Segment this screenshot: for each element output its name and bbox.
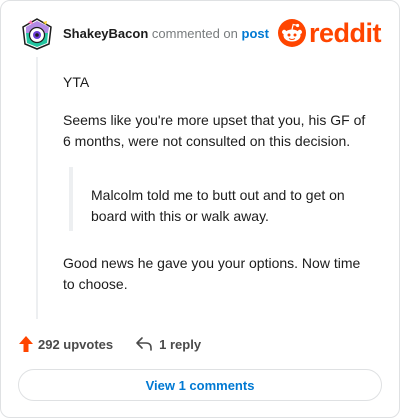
- reply-count: 1 reply: [159, 336, 202, 352]
- avatar[interactable]: [21, 18, 53, 50]
- comment-card: ShakeyBacon commented on post reddit YTA…: [0, 0, 400, 418]
- upvote-arrow-icon: [19, 336, 33, 352]
- comment-paragraph: YTA: [63, 74, 90, 90]
- upvote-count: 292 upvotes: [38, 336, 114, 352]
- reddit-logo[interactable]: reddit: [278, 18, 382, 48]
- comment-paragraph: Good news he gave you your options. Now …: [63, 255, 361, 292]
- quote-text: Malcolm told me to butt out and to get o…: [91, 187, 345, 224]
- comment-header: ShakeyBacon commented on post: [63, 26, 269, 42]
- reply-button[interactable]: 1 reply: [135, 336, 201, 352]
- action-text: commented on: [151, 26, 238, 41]
- post-link[interactable]: post: [242, 26, 269, 41]
- view-comments-button[interactable]: View 1 comments: [18, 369, 382, 401]
- reddit-snoo-icon: [278, 19, 306, 47]
- comment-paragraph: Seems like you're more upset that you, h…: [63, 112, 366, 149]
- comment-actions: 292 upvotes 1 reply: [18, 335, 201, 353]
- thread-line[interactable]: [36, 57, 38, 319]
- blockquote: Malcolm told me to butt out and to get o…: [69, 167, 373, 231]
- upvote-button[interactable]: 292 upvotes: [18, 335, 113, 353]
- reply-arrow-icon: [136, 337, 152, 351]
- brand-name: reddit: [309, 18, 382, 48]
- author-username[interactable]: ShakeyBacon: [63, 26, 148, 41]
- snoo-avatar-icon: [22, 18, 52, 50]
